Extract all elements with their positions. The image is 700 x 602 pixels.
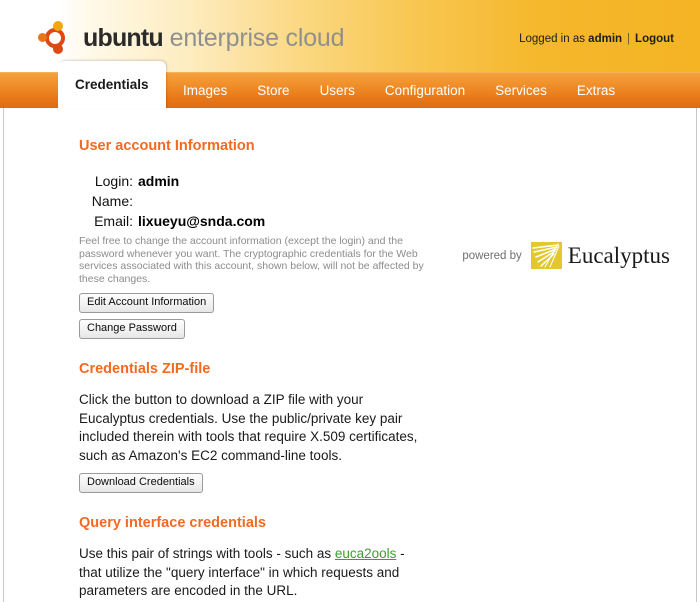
credentials-zip-heading: Credentials ZIP-file <box>79 361 211 377</box>
name-label: Name: <box>91 193 133 209</box>
download-credentials-button-row: Download Credentials <box>79 472 499 493</box>
ubuntu-circle-of-friends-icon <box>38 21 72 55</box>
logged-in-label: Logged in as <box>519 33 589 45</box>
tab-extras[interactable]: Extras <box>562 73 630 109</box>
query-interface-text: Use this pair of strings with tools - su… <box>79 545 427 601</box>
email-value: lixueyu@snda.com <box>138 213 266 229</box>
brand-name-primary: ubuntu <box>83 24 164 52</box>
email-label: Email: <box>94 213 133 229</box>
brand-text: ubuntu enterprise cloud <box>83 23 345 53</box>
account-field-name: Name: <box>79 191 499 211</box>
query-text-part1: Use this pair of strings with tools - su… <box>79 546 335 561</box>
account-field-list: Login: admin Name: Email: lixueyu@snda.com <box>79 171 499 231</box>
edit-account-information-button[interactable]: Edit Account Information <box>79 293 215 313</box>
login-label: Login: <box>94 173 133 189</box>
session-separator: | <box>627 33 631 45</box>
brand-logo[interactable]: ubuntu enterprise cloud <box>38 18 345 58</box>
account-note-text: Feel free to change the account informat… <box>79 235 424 285</box>
tab-users[interactable]: Users <box>305 73 370 109</box>
tab-store[interactable]: Store <box>242 73 304 109</box>
logout-link[interactable]: Logout <box>635 33 674 45</box>
user-account-heading: User account Information <box>79 138 255 154</box>
tab-services[interactable]: Services <box>480 73 562 109</box>
content-area: powered by Eucalyptus User account Infor… <box>3 108 697 602</box>
login-value: admin <box>138 173 180 189</box>
tab-configuration[interactable]: Configuration <box>370 73 480 109</box>
main-navigation-bar: Credentials Images Store Users Configura… <box>0 61 700 109</box>
edit-account-button-row: Edit Account Information <box>79 292 499 313</box>
main-column: User account Information Login: admin Nam… <box>79 108 499 602</box>
credentials-zip-text: Click the button to download a ZIP file … <box>79 392 418 463</box>
session-status: Logged in as admin | Logout <box>519 33 674 45</box>
brand-name-secondary: enterprise cloud <box>162 24 345 52</box>
account-field-email: Email: lixueyu@snda.com <box>79 211 499 231</box>
euca2ools-link[interactable]: euca2ools <box>335 546 397 561</box>
eucalyptus-leaf-icon <box>530 242 562 269</box>
tab-images[interactable]: Images <box>168 73 242 109</box>
account-field-login: Login: admin <box>79 171 499 191</box>
app-page: ubuntu enterprise cloud Logged in as adm… <box>0 0 700 602</box>
change-password-button-row: Change Password <box>79 318 499 339</box>
current-username: admin <box>588 33 623 45</box>
query-interface-heading: Query interface credentials <box>79 515 266 531</box>
eucalyptus-wordmark: Eucalyptus <box>567 243 670 268</box>
tab-credentials[interactable]: Credentials <box>58 61 166 109</box>
download-credentials-button[interactable]: Download Credentials <box>79 473 203 493</box>
change-password-button[interactable]: Change Password <box>79 319 185 339</box>
